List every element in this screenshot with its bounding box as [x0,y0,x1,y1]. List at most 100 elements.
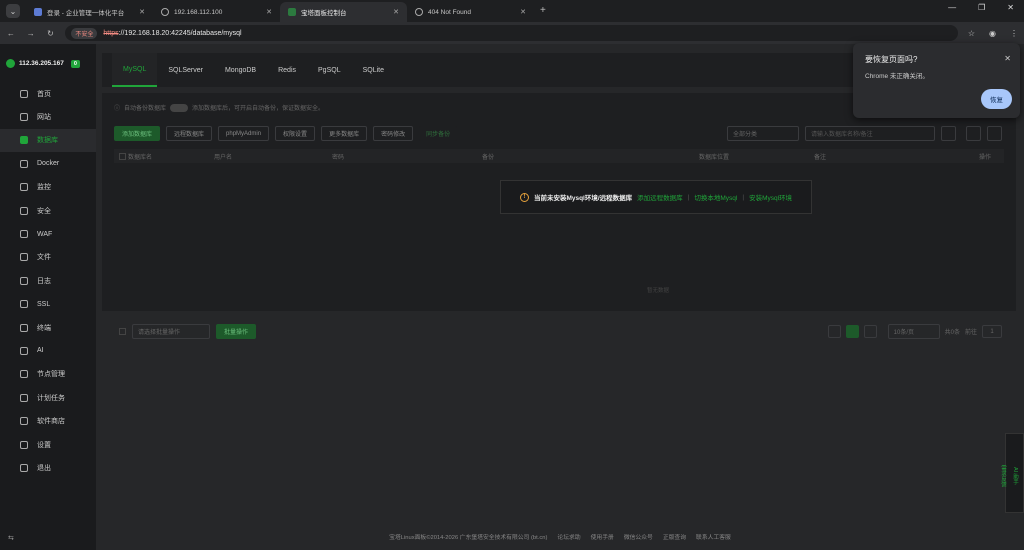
footer-link-forum[interactable]: 论坛求助 [557,532,580,541]
close-icon[interactable]: ✕ [520,8,526,16]
tab-1[interactable]: 192.168.112.100 ✕ [153,2,280,22]
page-current[interactable] [845,325,859,338]
next-page-icon[interactable] [863,325,877,338]
tab-pgsql[interactable]: PgSQL [307,53,352,87]
close-window-icon[interactable]: ✕ [1007,3,1014,12]
goto-input[interactable]: 1 [982,325,1002,338]
shield-icon [20,206,28,215]
new-tab-icon[interactable]: + [540,5,546,16]
more-database-button[interactable]: 更多数据库 [321,126,368,141]
status-badge[interactable]: 0 [70,59,80,68]
phpmyadmin-button[interactable]: phpMyAdmin [218,126,270,141]
gear-icon[interactable] [987,126,1002,141]
restore-icon[interactable]: ❐ [978,3,985,12]
close-icon[interactable]: ✕ [266,8,272,16]
floating-assistant[interactable]: AI 助手 需求反馈 [1000,433,1024,513]
tab-redis[interactable]: Redis [267,53,307,87]
switch-local-mysql-link[interactable]: 切换本地Mysql [694,192,737,202]
sidebar-item-security[interactable]: 安全 [0,199,96,222]
sidebar-item-store[interactable]: 软件商店 [0,409,96,432]
waf-icon [20,230,28,239]
close-icon[interactable]: ✕ [139,8,145,16]
add-database-button[interactable]: 添加数据库 [114,126,161,141]
remote-database-button[interactable]: 远程数据库 [166,126,213,141]
sidebar-item-ai[interactable]: AI [0,339,96,362]
sidebar-item-monitor[interactable]: 监控 [0,176,96,199]
header-checkbox[interactable] [119,152,126,160]
kebab-menu-icon[interactable]: ⋮ [1010,29,1018,38]
insecure-badge[interactable]: 不安全 [71,27,98,39]
sync-backup-button[interactable]: 同步备份 [419,126,458,141]
col-password: 密码 [332,154,345,161]
category-select[interactable]: 全部分类 [727,126,799,141]
sidebar-item-label: 计划任务 [37,394,65,402]
tab-sqlite[interactable]: SQLite [352,53,395,87]
sidebar-item-label: 节点管理 [37,371,65,379]
tab-mongodb[interactable]: MongoDB [214,53,267,87]
search-icon[interactable] [941,126,956,141]
tab-search-icon[interactable]: ⌄ [6,4,20,18]
sidebar-item-label: 软件商店 [37,418,65,426]
sidebar-item-settings[interactable]: 设置 [0,433,96,456]
empty-text: 暂无数据 [647,288,670,294]
sidebar-item-label: 监控 [37,184,51,192]
prev-page-icon[interactable] [827,325,841,338]
footer-link-support[interactable]: 联系人工客服 [696,532,731,541]
tab-3[interactable]: 404 Not Found ✕ [407,2,534,22]
refresh-icon[interactable] [966,126,981,141]
feedback-label[interactable]: 需求反馈 [999,465,1007,487]
sidebar-item-ssl[interactable]: SSL [0,293,96,316]
auto-backup-toggle[interactable] [170,103,189,112]
batch-select[interactable]: 请选择批量操作 [132,324,210,339]
main-content: MySQL SQLServer MongoDB Redis PgSQL SQLi… [96,44,1024,550]
batch-exec-button[interactable]: 批量操作 [216,324,257,339]
back-icon[interactable]: ← [6,29,16,38]
forward-icon[interactable]: → [26,29,36,38]
profile-icon[interactable]: ◉ [989,29,996,38]
change-password-button[interactable]: 密码修改 [373,126,414,141]
page-size-select[interactable]: 10条/页 [887,324,940,339]
sidebar-item-cron[interactable]: 计划任务 [0,386,96,409]
sidebar-item-docker[interactable]: Docker [0,152,96,175]
sidebar-item-website[interactable]: 网站 [0,105,96,128]
add-remote-db-link[interactable]: 添加远程数据库 [637,192,683,202]
bt-icon [288,8,296,16]
col-user[interactable]: 用户名 [214,152,232,161]
sidebar-item-logs[interactable]: 日志 [0,269,96,292]
table-header: 数据库名 用户名 密码 备份 数据库位置 备注 操作 [114,149,1004,163]
sidebar-item-home[interactable]: 首页 [0,82,96,105]
close-icon[interactable]: ✕ [393,8,399,16]
database-icon [20,136,28,145]
search-input[interactable]: 请输入数据库名称/备注 [805,126,935,141]
star-icon[interactable]: ☆ [968,29,975,38]
footer-link-manual[interactable]: 使用手册 [591,532,614,541]
sidebar-item-files[interactable]: 文件 [0,246,96,269]
tab-mysql[interactable]: MySQL [112,53,158,87]
sidebar-item-waf[interactable]: WAF [0,222,96,245]
sidebar-item-database[interactable]: 数据库 [0,128,96,153]
install-mysql-link[interactable]: 安装Mysql环境 [749,192,792,202]
col-action: 操作 [979,154,992,161]
minimize-icon[interactable]: — [948,3,956,12]
close-icon[interactable]: ✕ [1004,54,1011,63]
permission-button[interactable]: 权限设置 [275,126,316,141]
auto-backup-desc: 添加数据库后，可开启自动备份，保证数据安全。 [192,106,325,112]
reload-icon[interactable]: ↻ [46,29,56,38]
restore-button[interactable]: 恢复 [981,89,1012,109]
tab-0[interactable]: 登录 - 企业管理一体化平台 ✕ [26,2,153,22]
col-location: 数据库位置 [699,154,730,161]
collapse-sidebar-icon[interactable]: ⇆ [8,534,14,542]
footer-link-wechat[interactable]: 微信公众号 [624,532,653,541]
batch-checkbox[interactable] [119,328,126,335]
col-name[interactable]: 数据库名 [128,152,152,161]
tab-sqlserver[interactable]: SQLServer [157,53,214,87]
sidebar-item-nodes[interactable]: 节点管理 [0,363,96,386]
url-input[interactable]: 不安全 https://192.168.18.20:42245/database… [65,25,958,41]
address-bar: ← → ↻ 不安全 https://192.168.18.20:42245/da… [0,22,1024,44]
toolbar-right: 全部分类 请输入数据库名称/备注 [727,126,1002,141]
sidebar-item-logout[interactable]: 退出 [0,456,96,479]
footer-link-license[interactable]: 正版查询 [663,532,686,541]
tab-2[interactable]: 宝塔面板控制台 ✕ [280,2,407,22]
sidebar-item-terminal[interactable]: 终端 [0,316,96,339]
ai-assistant-label[interactable]: AI 助手 [1011,467,1019,485]
